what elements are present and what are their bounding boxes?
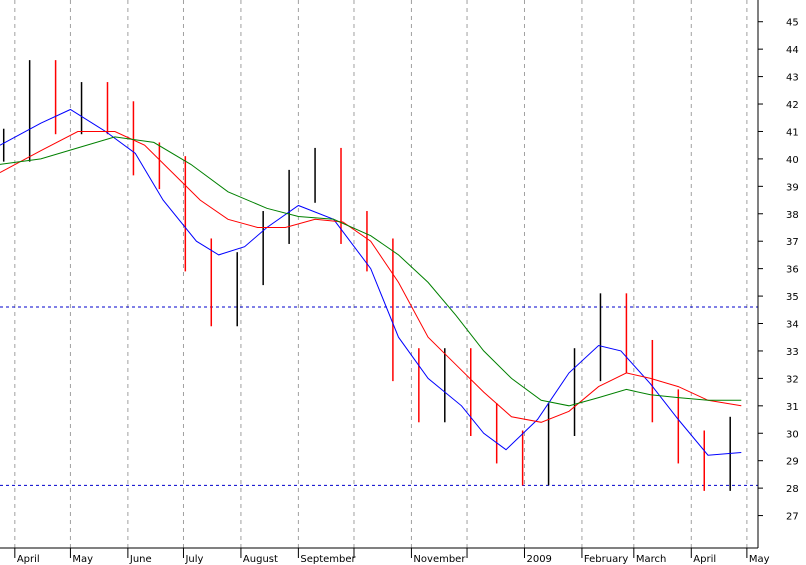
month-label: February: [584, 554, 628, 565]
month-label: May: [749, 554, 770, 565]
month-label: April: [17, 554, 40, 565]
month-label: May: [72, 554, 93, 565]
y-tick-label: 40: [786, 155, 799, 166]
y-tick-label: 44: [786, 45, 799, 56]
month-label: April: [693, 554, 716, 565]
y-tick-label: 38: [786, 210, 799, 221]
y-tick-label: 32: [786, 374, 799, 385]
y-tick-label: 37: [786, 237, 799, 248]
y-tick-label: 39: [786, 182, 799, 193]
y-tick-label: 33: [786, 347, 799, 358]
y-tick-label: 36: [786, 265, 799, 276]
y-tick-label: 45: [786, 18, 799, 29]
month-label: June: [129, 554, 152, 565]
month-label: 2009: [526, 554, 551, 565]
month-label: November: [413, 554, 466, 565]
y-tick-label: 27: [786, 512, 799, 523]
month-label: September: [300, 554, 356, 565]
y-tick-label: 28: [786, 484, 799, 495]
y-tick-label: 43: [786, 73, 799, 84]
y-tick-label: 35: [786, 292, 799, 303]
plot-background: [0, 0, 806, 565]
month-label: July: [184, 554, 203, 565]
month-label: August: [243, 554, 278, 565]
y-tick-label: 31: [786, 402, 799, 413]
y-tick-label: 34: [786, 320, 799, 331]
y-tick-label: 41: [786, 127, 799, 138]
y-tick-label: 42: [786, 100, 799, 111]
month-label: March: [636, 554, 666, 565]
y-tick-label: 29: [786, 457, 799, 468]
stock-chart: April May June July August September November 2…: [0, 0, 806, 565]
y-tick-label: 30: [786, 429, 799, 440]
